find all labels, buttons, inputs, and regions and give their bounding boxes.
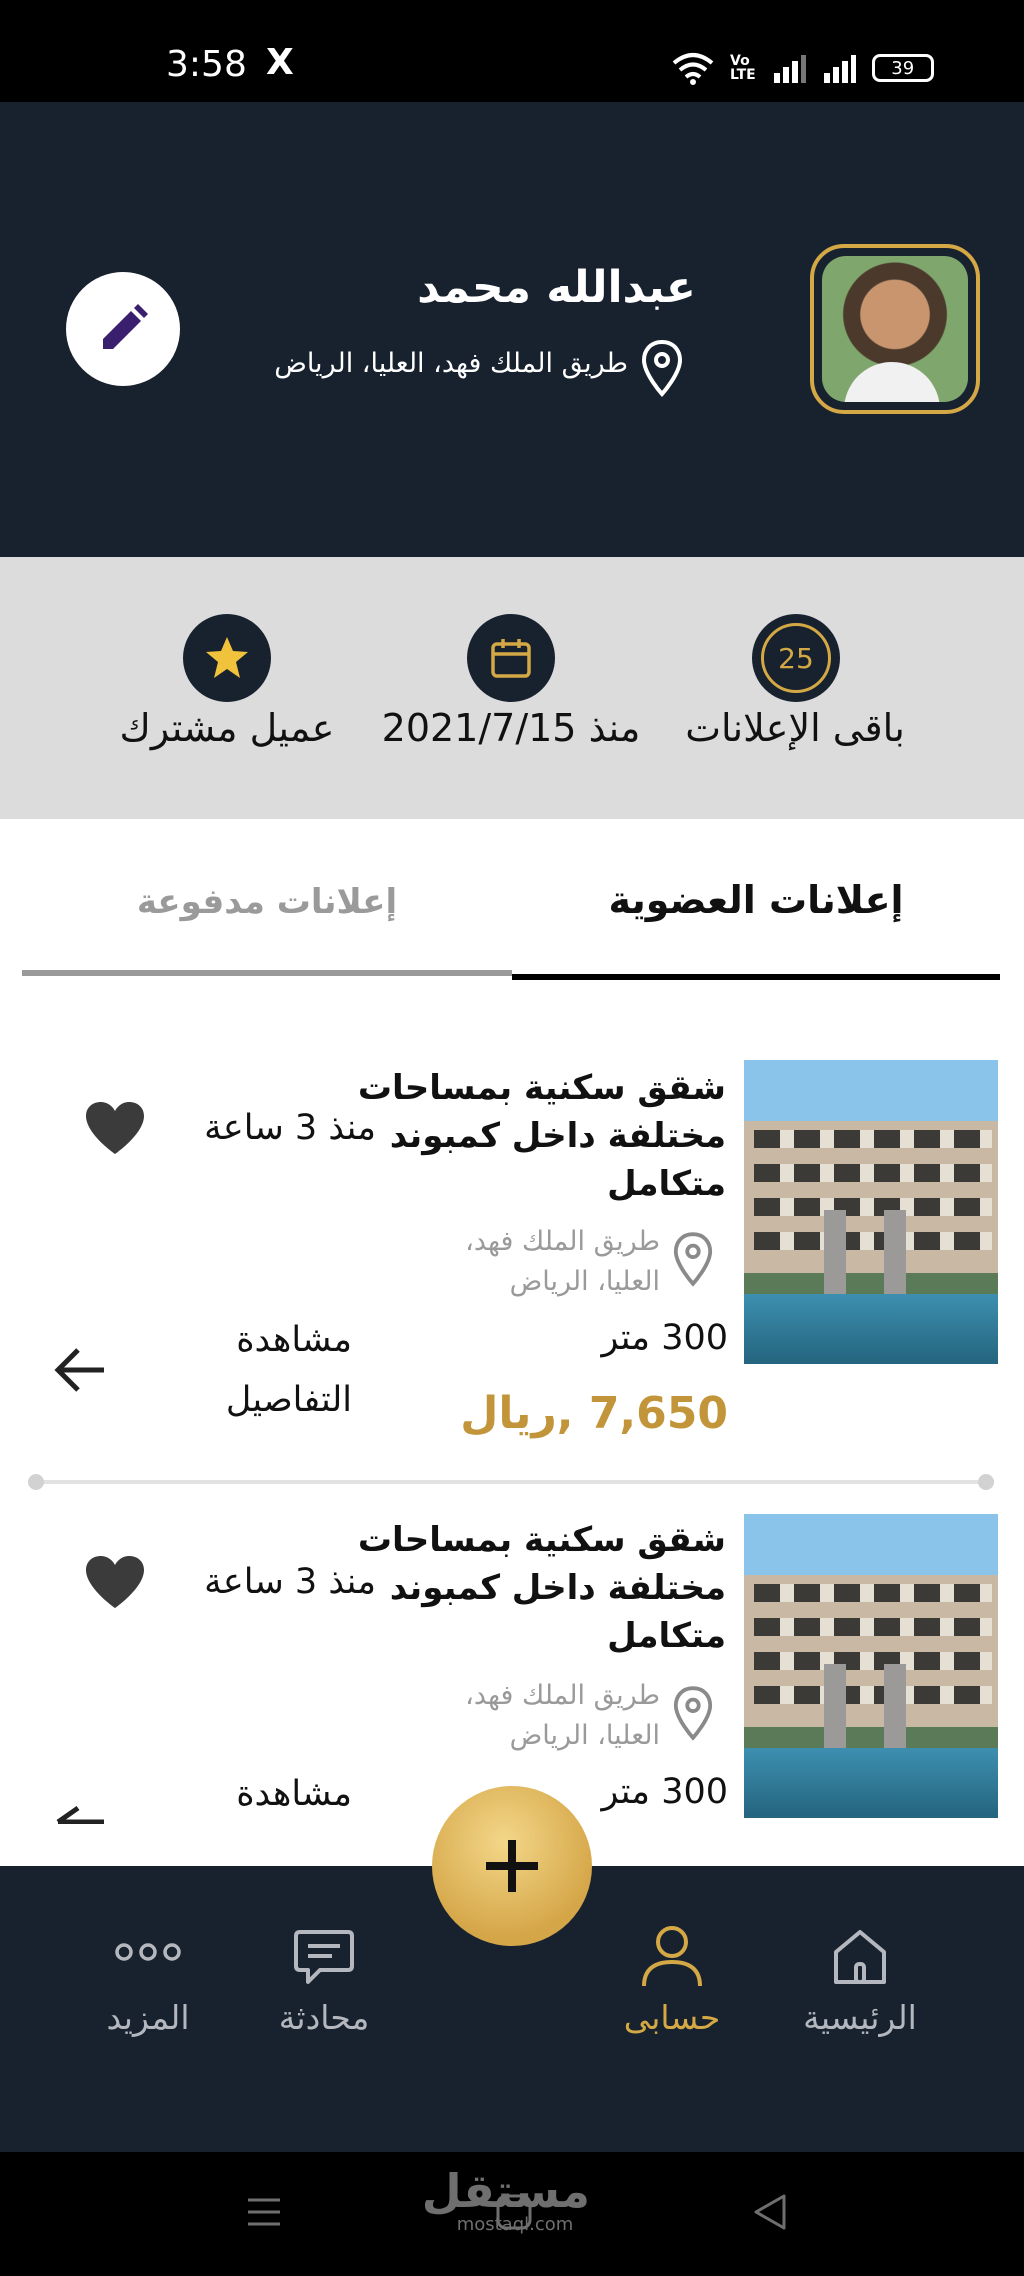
location-pin-icon	[641, 339, 683, 397]
favorite-heart-icon[interactable]	[84, 1100, 146, 1156]
watermark-brand: مستقل	[421, 2164, 590, 2218]
nav-home-label: الرئيسية	[803, 1998, 917, 2037]
listing-address: طريق الملك فهد، العليا، الرياض	[465, 1680, 660, 1751]
calendar-badge	[467, 614, 555, 702]
nav-chat-label: محادثة	[278, 1998, 370, 2037]
pencil-icon	[103, 304, 148, 349]
calendar-icon	[491, 639, 531, 678]
member-since-label: منذ 2021/7/15	[381, 706, 641, 750]
battery-level: 39	[891, 57, 915, 79]
add-listing-button[interactable]	[432, 1786, 592, 1946]
nav-more[interactable]: المزيد	[78, 1918, 218, 2068]
listing-time: منذ 3 ساعة	[204, 1108, 376, 1148]
listing-image[interactable]	[744, 1060, 998, 1364]
tab-membership-ads[interactable]: إعلانات العضوية	[512, 878, 1000, 922]
avatar-photo	[822, 256, 968, 402]
tab-paid-ads[interactable]: إعلانات مدفوعة	[22, 882, 512, 922]
arrow-left-icon[interactable]	[52, 1800, 108, 1824]
nav-more-label: المزيد	[106, 1998, 190, 2037]
remaining-ads-badge: 25	[752, 614, 840, 702]
signal-2-icon	[823, 55, 856, 83]
subscribed-label: عميل مشترك	[119, 706, 335, 750]
edit-profile-button[interactable]	[66, 272, 180, 386]
remaining-ads-label: باقى الإعلانات	[685, 706, 905, 750]
divider-dot	[28, 1474, 44, 1490]
favorite-heart-icon[interactable]	[84, 1554, 146, 1610]
plus-icon	[486, 1840, 538, 1892]
status-time: 3:58	[166, 44, 247, 85]
user-name: عبدالله محمد	[417, 262, 696, 313]
more-dots-icon	[115, 1943, 181, 1961]
listing-image[interactable]	[744, 1514, 998, 1818]
listing-price: 7,650 ,ريال	[460, 1388, 728, 1439]
listing-title: شقق سكنية بمساحات مختلفة داخل كمبوند متك…	[357, 1068, 726, 1204]
signal-1-icon	[773, 55, 806, 83]
wifi-icon	[672, 53, 714, 85]
listing-title: شقق سكنية بمساحات مختلفة داخل كمبوند متك…	[357, 1520, 726, 1656]
remaining-ads-count-badge: 25	[761, 623, 831, 693]
remaining-ads-count: 25	[778, 641, 814, 675]
view-details-link[interactable]: مشاهدة	[162, 1764, 352, 1824]
nav-account[interactable]: حسابى	[602, 1918, 742, 2068]
volte-icon: Vo LTE	[730, 53, 756, 83]
user-address: طريق الملك فهد، العليا، الرياض	[274, 348, 628, 379]
divider-dot	[978, 1474, 994, 1490]
status-bar: 3:58 X Vo LTE 39	[0, 0, 1024, 102]
chat-icon	[294, 1930, 354, 1984]
back-triangle-icon[interactable]	[752, 2192, 788, 2232]
location-pin-icon	[673, 1232, 713, 1287]
star-icon	[206, 637, 248, 678]
location-pin-icon	[673, 1686, 713, 1741]
menu-icon[interactable]	[246, 2194, 282, 2230]
nav-chat[interactable]: محادثة	[254, 1918, 394, 2068]
listing-time: منذ 3 ساعة	[204, 1562, 376, 1602]
listing-divider	[30, 1480, 994, 1484]
battery-icon: 39	[871, 54, 934, 82]
tab-underline-inactive	[22, 970, 512, 976]
status-icons: Vo LTE 39	[672, 48, 934, 88]
listing-area: 300 متر	[601, 1772, 728, 1812]
x-app-icon: X	[266, 42, 294, 83]
arrow-left-icon[interactable]	[52, 1346, 108, 1394]
subscribed-badge	[183, 614, 271, 702]
listing-address: طريق الملك فهد، العليا، الرياض	[465, 1226, 660, 1297]
watermark-domain: mostaql.com	[456, 2214, 574, 2235]
nav-account-label: حسابى	[623, 1998, 721, 2037]
view-details-link[interactable]: مشاهدة التفاصيل	[162, 1310, 352, 1430]
avatar[interactable]	[810, 244, 980, 414]
user-icon	[642, 1926, 702, 1987]
home-icon	[834, 1930, 886, 1984]
nav-home[interactable]: الرئيسية	[790, 1918, 930, 2068]
tab-underline-active	[512, 974, 1000, 980]
listing-area: 300 متر	[601, 1318, 728, 1358]
